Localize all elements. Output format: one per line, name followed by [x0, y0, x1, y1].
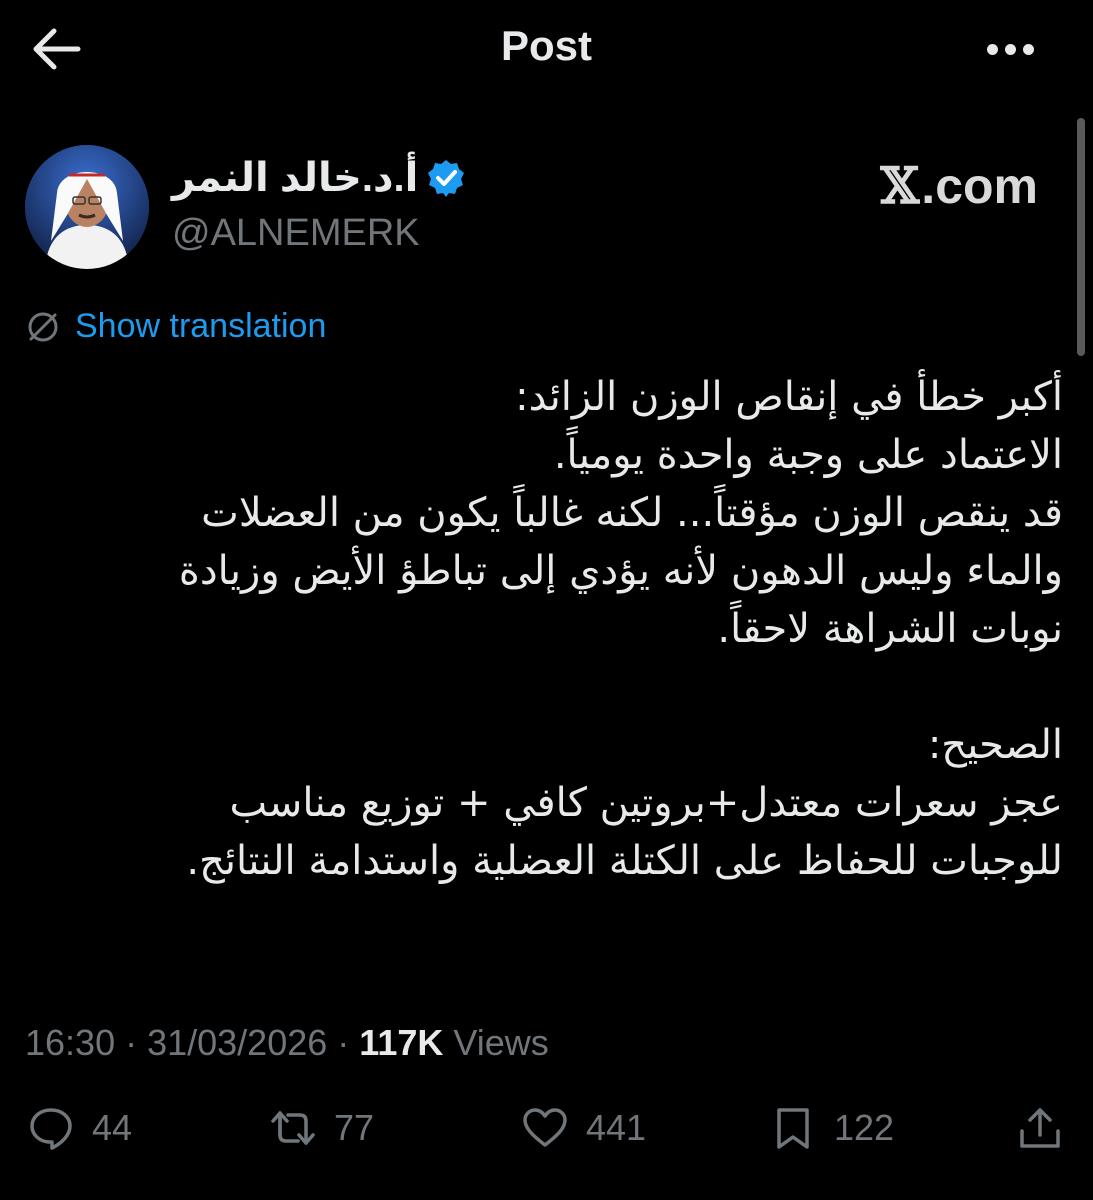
bookmark-icon [777, 1108, 809, 1149]
x-logo-icon: 𝕏 [880, 156, 920, 215]
like-button[interactable]: 441 [522, 1105, 646, 1151]
tweet-meta: 16:30 · 31/03/2026 · 117K Views [25, 1022, 549, 1064]
tweet-text: أكبر خطأ في إنقاص الوزن الزائد: الاعتماد… [178, 374, 1063, 884]
scrollbar[interactable] [1077, 118, 1085, 356]
show-translation-label: Show translation [75, 307, 327, 345]
meta-separator-2: · [327, 1022, 360, 1063]
author-display-name: أ.د.خالد النمر [172, 156, 419, 200]
views-count[interactable]: 117K [359, 1022, 443, 1063]
more-horizontal-icon [987, 44, 998, 55]
more-button[interactable] [987, 42, 1043, 58]
page-title: Post [500, 22, 592, 69]
share-button[interactable] [1017, 1105, 1063, 1151]
meta-separator: · [115, 1022, 148, 1063]
share-icon [1020, 1108, 1060, 1148]
tweet-time[interactable]: 16:30 [25, 1022, 115, 1063]
watermark-domain: .com [921, 157, 1038, 214]
reply-count: 44 [92, 1107, 133, 1148]
show-translation-button[interactable]: Show translation [25, 307, 326, 346]
verified-badge-icon [428, 160, 465, 197]
views-label: Views [443, 1022, 549, 1063]
repost-button[interactable]: 77 [270, 1105, 374, 1151]
bookmark-count: 122 [834, 1107, 895, 1148]
heart-icon [523, 1108, 567, 1147]
x-com-watermark: 𝕏 .com [881, 156, 1039, 215]
author-name[interactable]: أ.د.خالد النمر [172, 155, 466, 201]
author-handle[interactable]: @ALNEMERK [172, 212, 420, 255]
tweet-date[interactable]: 31/03/2026 [147, 1022, 327, 1063]
action-bar: 44 77 441 122 [0, 1105, 1093, 1175]
top-bar: Post [0, 0, 1093, 100]
avatar[interactable] [25, 145, 149, 269]
reply-button[interactable]: 44 [28, 1105, 132, 1151]
bookmark-button[interactable]: 122 [770, 1105, 894, 1151]
repost-count: 77 [334, 1107, 375, 1148]
globe-slash-icon [28, 312, 58, 341]
repost-icon [271, 1111, 315, 1145]
reply-icon [30, 1108, 72, 1150]
like-count: 441 [586, 1107, 647, 1148]
avatar-image [25, 145, 149, 269]
